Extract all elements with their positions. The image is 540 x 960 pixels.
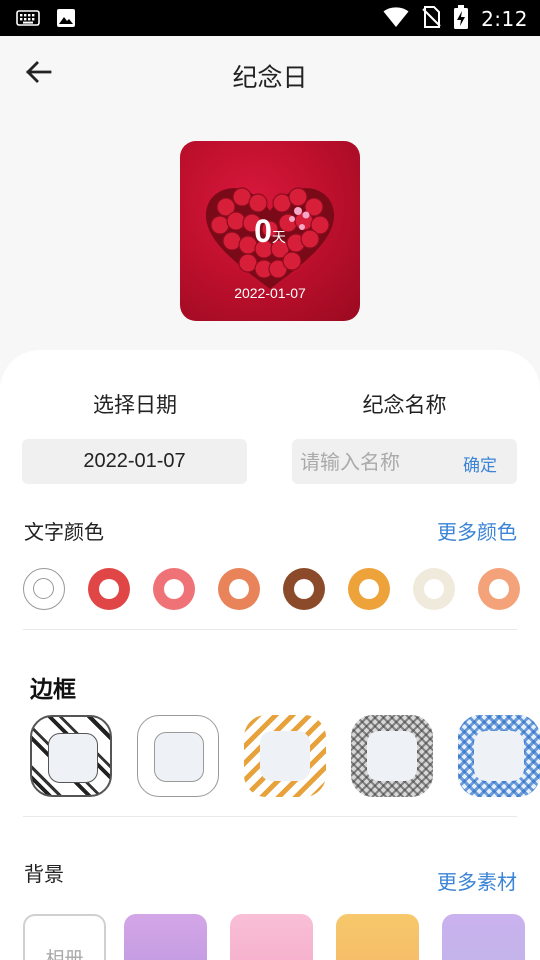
color-swatch-brown[interactable] xyxy=(283,568,325,610)
background-title: 背景 xyxy=(24,862,64,886)
album-label: 相册 xyxy=(45,948,84,960)
keyboard-icon xyxy=(16,9,40,31)
frame-options xyxy=(30,715,540,799)
settings-sheet: 选择日期 纪念名称 2022-01-07 确定 文字颜色 更多颜色 边框 xyxy=(0,350,540,960)
frame-option-gray-plaid[interactable] xyxy=(351,715,433,797)
app-header: 纪念日 xyxy=(0,36,540,112)
name-label: 纪念名称 xyxy=(362,393,447,417)
divider xyxy=(23,816,517,817)
status-bar: 2:12 xyxy=(0,0,540,36)
preview-days: 0天 xyxy=(180,213,360,250)
battery-charging-icon xyxy=(453,5,469,33)
background-options: 相册 xyxy=(23,914,540,960)
no-sim-icon xyxy=(421,6,441,32)
page-title: 纪念日 xyxy=(232,63,308,92)
name-field: 确定 xyxy=(292,439,517,484)
text-color-swatches xyxy=(23,568,520,610)
background-option-pink[interactable] xyxy=(230,914,313,960)
divider xyxy=(23,629,517,630)
image-icon xyxy=(56,8,76,32)
frame-option-blue-gingham[interactable] xyxy=(458,715,540,797)
more-colors-link[interactable]: 更多颜色 xyxy=(437,516,517,545)
color-swatch-white[interactable] xyxy=(23,568,65,610)
album-button[interactable]: 相册 xyxy=(23,914,106,960)
color-swatch-red[interactable] xyxy=(88,568,130,610)
date-picker-field[interactable]: 2022-01-07 xyxy=(22,439,247,484)
background-option-lavender[interactable] xyxy=(442,914,525,960)
date-label: 选择日期 xyxy=(93,393,177,417)
preview-day-count: 0 xyxy=(254,213,272,249)
background-option-purple[interactable] xyxy=(124,914,207,960)
color-swatch-cream[interactable] xyxy=(413,568,455,610)
frame-option-orange-stripe[interactable] xyxy=(244,715,326,797)
color-swatch-coral[interactable] xyxy=(218,568,260,610)
frame-option-black-stripe[interactable] xyxy=(30,715,112,797)
confirm-button[interactable]: 确定 xyxy=(463,451,497,476)
preview-day-unit: 天 xyxy=(271,230,286,246)
status-time: 2:12 xyxy=(481,7,528,31)
color-swatch-pink[interactable] xyxy=(153,568,195,610)
color-swatch-peach[interactable] xyxy=(478,568,520,610)
color-swatch-orange[interactable] xyxy=(348,568,390,610)
more-assets-link[interactable]: 更多素材 xyxy=(437,866,517,895)
preview-date: 2022-01-07 xyxy=(234,285,306,301)
frame-option-plain[interactable] xyxy=(137,715,219,797)
anniversary-preview-card: 0天 2022-01-07 xyxy=(180,141,360,321)
background-option-orange[interactable] xyxy=(336,914,419,960)
text-color-title: 文字颜色 xyxy=(24,520,104,544)
name-input[interactable] xyxy=(300,439,450,484)
wifi-icon xyxy=(383,6,409,32)
frame-title: 边框 xyxy=(30,677,76,703)
